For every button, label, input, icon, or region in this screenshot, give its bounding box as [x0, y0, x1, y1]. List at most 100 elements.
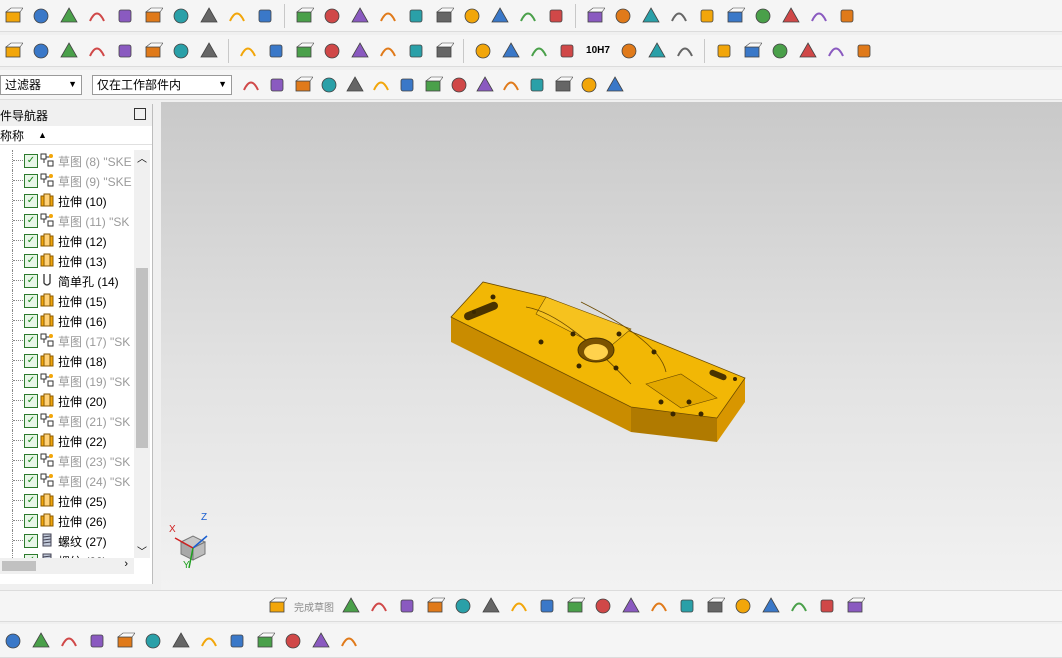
cone-icon[interactable] [114, 5, 136, 27]
thread-icon[interactable] [265, 40, 287, 62]
layer-icon[interactable] [2, 40, 24, 62]
visibility-checkbox[interactable]: ✓ [24, 514, 38, 528]
subtract-icon[interactable] [226, 5, 248, 27]
assembly-nav-icon[interactable] [2, 630, 24, 652]
gear-icon[interactable] [321, 40, 343, 62]
scroll-up-icon[interactable]: ︿ [137, 150, 147, 165]
wireframe-icon[interactable] [292, 74, 314, 96]
intersection-icon[interactable] [474, 74, 496, 96]
studio-spline-icon[interactable] [741, 40, 763, 62]
studio-surface-icon[interactable] [724, 5, 746, 27]
through-curve-mesh-icon[interactable] [668, 5, 690, 27]
ruled-icon[interactable] [752, 5, 774, 27]
edge-icon[interactable] [344, 74, 366, 96]
point-icon[interactable] [564, 595, 586, 617]
visibility-checkbox[interactable]: ✓ [24, 394, 38, 408]
display-constraints-icon[interactable] [788, 595, 810, 617]
visibility-checkbox[interactable]: ✓ [24, 194, 38, 208]
visibility-checkbox[interactable]: ✓ [24, 454, 38, 468]
table-icon[interactable] [500, 40, 522, 62]
quadrant-icon[interactable] [526, 74, 548, 96]
move-object-icon[interactable] [86, 40, 108, 62]
quick-trim-icon[interactable] [620, 595, 642, 617]
intersect-icon[interactable] [254, 5, 276, 27]
spring-icon[interactable] [293, 40, 315, 62]
assembly-constraints-icon[interactable] [142, 630, 164, 652]
tree-node[interactable]: ✓ 螺纹 (27) [0, 530, 134, 550]
component-icon[interactable] [646, 40, 668, 62]
quick-extend-icon[interactable] [648, 595, 670, 617]
tree-node[interactable]: ✓ 拉伸 (22) [0, 430, 134, 450]
visibility-checkbox[interactable]: ✓ [24, 354, 38, 368]
scrollbar-thumb[interactable] [136, 268, 148, 448]
tree-node[interactable]: ✓ 草图 (19) "SK [0, 370, 134, 390]
existing-point-icon[interactable] [552, 74, 574, 96]
block-icon[interactable] [58, 5, 80, 27]
tree-node[interactable]: ✓ 草图 (24) "SK [0, 470, 134, 490]
split-body-icon[interactable] [349, 5, 371, 27]
n-sided-surface-icon[interactable] [780, 5, 802, 27]
fastener-icon[interactable] [310, 630, 332, 652]
visibility-checkbox[interactable]: ✓ [24, 474, 38, 488]
snap-settings-icon[interactable] [844, 595, 866, 617]
tree-node[interactable]: ✓ 草图 (11) "SK [0, 210, 134, 230]
rapid-dimension-icon[interactable] [732, 595, 754, 617]
tree-node[interactable]: ✓ 螺纹 (28) [0, 550, 134, 558]
sew-icon[interactable] [545, 5, 567, 27]
relations-icon[interactable] [816, 595, 838, 617]
face-curve-icon[interactable] [797, 40, 819, 62]
profile-icon[interactable] [340, 595, 362, 617]
fillet-icon[interactable] [769, 40, 791, 62]
visibility-checkbox[interactable]: ✓ [24, 174, 38, 188]
maximize-icon[interactable] [134, 108, 146, 120]
tree-node[interactable]: ✓ 草图 (23) "SK [0, 450, 134, 470]
visibility-checkbox[interactable]: ✓ [24, 214, 38, 228]
scrollbar-thumb[interactable] [2, 561, 36, 571]
revolve-icon[interactable] [30, 5, 52, 27]
balloon-icon[interactable] [528, 40, 550, 62]
snap-point-icon[interactable] [240, 74, 262, 96]
pattern-feature-icon[interactable] [170, 5, 192, 27]
route-icon[interactable] [282, 630, 304, 652]
extrude-icon[interactable] [2, 5, 24, 27]
mirror-curve-icon[interactable] [704, 595, 726, 617]
shell-icon[interactable] [405, 5, 427, 27]
type-filter-select[interactable]: 过滤器 ▼ [0, 74, 82, 95]
offset-curve-icon[interactable] [853, 40, 875, 62]
move-component-icon[interactable] [86, 630, 108, 652]
circle-icon[interactable] [424, 595, 446, 617]
tree-node[interactable]: ✓ 拉伸 (13) [0, 250, 134, 270]
arc-icon[interactable] [396, 595, 418, 617]
note-icon[interactable] [58, 40, 80, 62]
fit-label[interactable]: 10H7 [584, 40, 612, 62]
patch-icon[interactable] [584, 5, 606, 27]
visibility-checkbox[interactable]: ✓ [24, 154, 38, 168]
visibility-checkbox[interactable]: ✓ [24, 274, 38, 288]
unite-icon[interactable] [198, 5, 220, 27]
tree-node[interactable]: ✓ 草图 (8) "SKE [0, 150, 134, 170]
enlarge-icon[interactable] [808, 5, 830, 27]
measure-angle-icon[interactable] [198, 40, 220, 62]
part-model[interactable] [161, 102, 1062, 590]
visibility-checkbox[interactable]: ✓ [24, 414, 38, 428]
control-point-icon[interactable] [448, 74, 470, 96]
visibility-checkbox[interactable]: ✓ [24, 254, 38, 268]
visibility-checkbox[interactable]: ✓ [24, 234, 38, 248]
fillet-icon[interactable] [452, 595, 474, 617]
swept-icon[interactable] [696, 5, 718, 27]
layer-settings-icon[interactable] [30, 40, 52, 62]
tree-node[interactable]: ✓ 拉伸 (18) [0, 350, 134, 370]
make-corner-icon[interactable] [676, 595, 698, 617]
measure-distance-icon[interactable] [170, 40, 192, 62]
edge-blend-icon[interactable] [433, 5, 455, 27]
datum-plane-icon[interactable] [293, 5, 315, 27]
gdt-frame-icon[interactable] [377, 40, 399, 62]
cylinder-icon[interactable] [86, 5, 108, 27]
line-icon[interactable] [674, 40, 696, 62]
add-component-icon[interactable] [58, 630, 80, 652]
sketch-icon[interactable] [266, 595, 288, 617]
select-box-icon[interactable] [318, 74, 340, 96]
selection-scope-select[interactable]: 仅在工作部件内 ▼ [92, 74, 232, 95]
point-on-curve-icon[interactable] [578, 74, 600, 96]
constraints-icon[interactable] [760, 595, 782, 617]
